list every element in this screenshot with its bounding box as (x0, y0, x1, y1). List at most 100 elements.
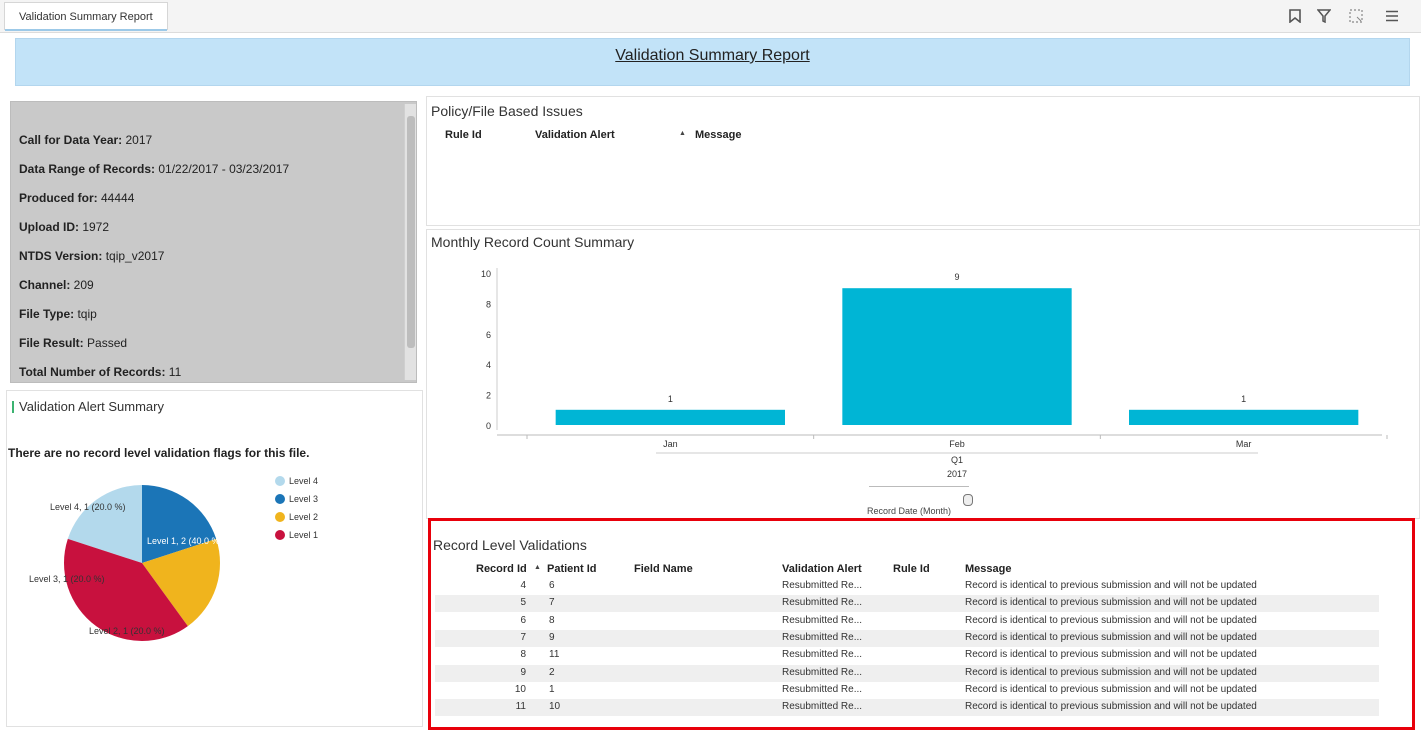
report-banner: Validation Summary Report (15, 38, 1410, 86)
bookmark-icon[interactable] (1285, 6, 1305, 26)
column-header-patient-id[interactable]: Patient Id (547, 563, 597, 575)
validation-alert-cell: Resubmitted Re... (782, 666, 863, 678)
info-label: File Type: (19, 307, 75, 321)
info-row: Data Range of Records: 01/22/2017 - 03/2… (19, 162, 289, 176)
bar-data-label: 1 (1241, 394, 1246, 404)
filter-icon[interactable] (1314, 6, 1334, 26)
fullscreen-icon[interactable] (1346, 6, 1366, 26)
validation-alert-cell: Resubmitted Re... (782, 580, 863, 591)
pie-slice-label: Level 3, 1 (20.0 %) (29, 574, 105, 584)
message-cell: Record is identical to previous submissi… (965, 597, 1257, 609)
scrollbar-thumb[interactable] (407, 116, 415, 348)
patient-id-cell: 8 (549, 614, 555, 626)
column-header-rule-id[interactable]: Rule Id (445, 129, 482, 141)
info-row: Total Number of Records: 11 (19, 365, 181, 379)
pie-slice-label: Level 2, 1 (20.0 %) (89, 626, 165, 636)
info-label: Upload ID: (19, 220, 79, 234)
validation-alert-cell: Resubmitted Re... (782, 614, 863, 626)
info-value: 11 (165, 365, 182, 379)
table-row[interactable]: 10 1 Resubmitted Re... Record is identical … (431, 683, 1381, 699)
x-group-label: Q1 (951, 455, 963, 465)
table-row[interactable]: 6 8 Resubmitted Re... Record is identical t… (431, 614, 1381, 630)
info-value: 209 (70, 278, 94, 292)
record-id-cell: 6 (520, 614, 526, 626)
x-tick-label: Jan (663, 439, 678, 449)
range-slider-handle[interactable] (963, 494, 973, 506)
pie-slice-label: Level 1, 2 (40.0 %) (147, 536, 223, 546)
info-value: 2017 (122, 133, 153, 147)
legend-swatch-level-4 (275, 476, 285, 486)
column-header-record-id[interactable]: Record Id (476, 563, 527, 575)
info-row: File Result: Passed (19, 336, 127, 350)
column-header-validation-alert[interactable]: Validation Alert (535, 129, 615, 141)
tab-validation-summary-report[interactable]: Validation Summary Report (4, 2, 168, 31)
policy-issues-panel: Policy/File Based Issues Rule Id Validat… (426, 96, 1420, 226)
y-tick-label: 6 (486, 330, 491, 340)
sort-ascending-icon[interactable]: ▲ (534, 564, 541, 571)
column-header-message[interactable]: Message (965, 563, 1011, 575)
column-header-message[interactable]: Message (695, 129, 741, 141)
legend-swatch-level-1 (275, 530, 285, 540)
range-slider-track[interactable] (869, 486, 969, 491)
info-label: Channel: (19, 278, 71, 292)
bar-data-label: 9 (954, 272, 959, 282)
info-value: 1972 (79, 220, 110, 234)
panel-title: Record Level Validations (433, 537, 587, 553)
validation-alert-cell: Resubmitted Re... (782, 701, 863, 713)
message-cell: Record is identical to previous submissi… (965, 580, 1257, 591)
record-id-cell: 5 (520, 597, 526, 609)
legend-label: Level 1 (289, 530, 318, 540)
no-flags-message: There are no record level validation fla… (8, 446, 310, 460)
bar-mar[interactable] (1129, 409, 1359, 425)
sort-ascending-icon[interactable]: ▲ (679, 130, 686, 137)
bar-jan[interactable] (555, 409, 785, 425)
message-cell: Record is identical to previous submissi… (965, 649, 1257, 661)
column-header-validation-alert[interactable]: Validation Alert (782, 563, 862, 575)
record-level-validations-panel: Record Level Validations Record Id ▲ Pat… (428, 518, 1415, 730)
legend-label: Level 3 (289, 494, 318, 504)
validation-alert-summary-panel: Validation Alert Summary There are no re… (6, 390, 423, 727)
validation-alert-cell: Resubmitted Re... (782, 683, 863, 695)
info-value: Passed (83, 336, 128, 350)
table-row[interactable]: 8 11 Resubmitted Re... Record is identical … (431, 648, 1381, 664)
column-header-field-name[interactable]: Field Name (634, 563, 693, 575)
x-tick-label: Feb (949, 439, 965, 449)
pie-chart: Level 4, 1 (20.0 %) Level 3, 1 (20.0 %) … (29, 476, 318, 641)
info-row: File Type: tqip (19, 307, 97, 321)
menu-icon[interactable] (1382, 6, 1402, 26)
info-scrollbar[interactable] (404, 104, 416, 380)
table-row[interactable]: 7 9 Resubmitted Re... Record is identical t… (431, 631, 1381, 647)
legend-swatch-level-2 (275, 512, 285, 522)
bar-feb[interactable] (842, 288, 1072, 425)
record-id-cell: 8 (520, 649, 526, 661)
info-row: Channel: 209 (19, 278, 94, 292)
info-value: tqip_v2017 (102, 249, 165, 263)
record-id-cell: 9 (520, 666, 526, 678)
legend-swatch-level-3 (275, 494, 285, 504)
info-label: NTDS Version: (19, 249, 103, 263)
bar-data-label: 1 (668, 394, 673, 404)
table-row[interactable]: 11 10 Resubmitted Re... Record is identical… (431, 700, 1381, 716)
report-title[interactable]: Validation Summary Report (16, 47, 1409, 65)
patient-id-cell: 1 (549, 683, 555, 695)
panel-title: Validation Alert Summary (19, 399, 164, 414)
info-value: tqip (74, 307, 97, 321)
info-label: Total Number of Records: (19, 365, 166, 379)
table-row[interactable]: 9 2 Resubmitted Re... Record is identical t… (431, 666, 1381, 682)
info-value: 44444 (97, 191, 135, 205)
info-row: Produced for: 44444 (19, 191, 134, 205)
table-row[interactable]: 4 6 Resubmitted Re... Record is identical t… (431, 579, 1381, 595)
patient-id-cell: 6 (549, 580, 555, 591)
record-id-cell: 10 (514, 683, 526, 695)
table-row[interactable]: 5 7 Resubmitted Re... Record is identical t… (431, 596, 1381, 612)
column-header-rule-id[interactable]: Rule Id (893, 563, 930, 575)
validation-alert-cell: Resubmitted Re... (782, 649, 863, 661)
message-cell: Record is identical to previous submissi… (965, 631, 1257, 643)
panel-accent (12, 401, 14, 413)
record-id-cell: 11 (515, 701, 526, 713)
pie-slice-label: Level 4, 1 (20.0 %) (50, 502, 126, 512)
message-cell: Record is identical to previous submissi… (965, 701, 1257, 713)
y-tick-label: 8 (486, 299, 491, 309)
info-label: Call for Data Year: (19, 133, 123, 147)
info-row: NTDS Version: tqip_v2017 (19, 249, 164, 263)
